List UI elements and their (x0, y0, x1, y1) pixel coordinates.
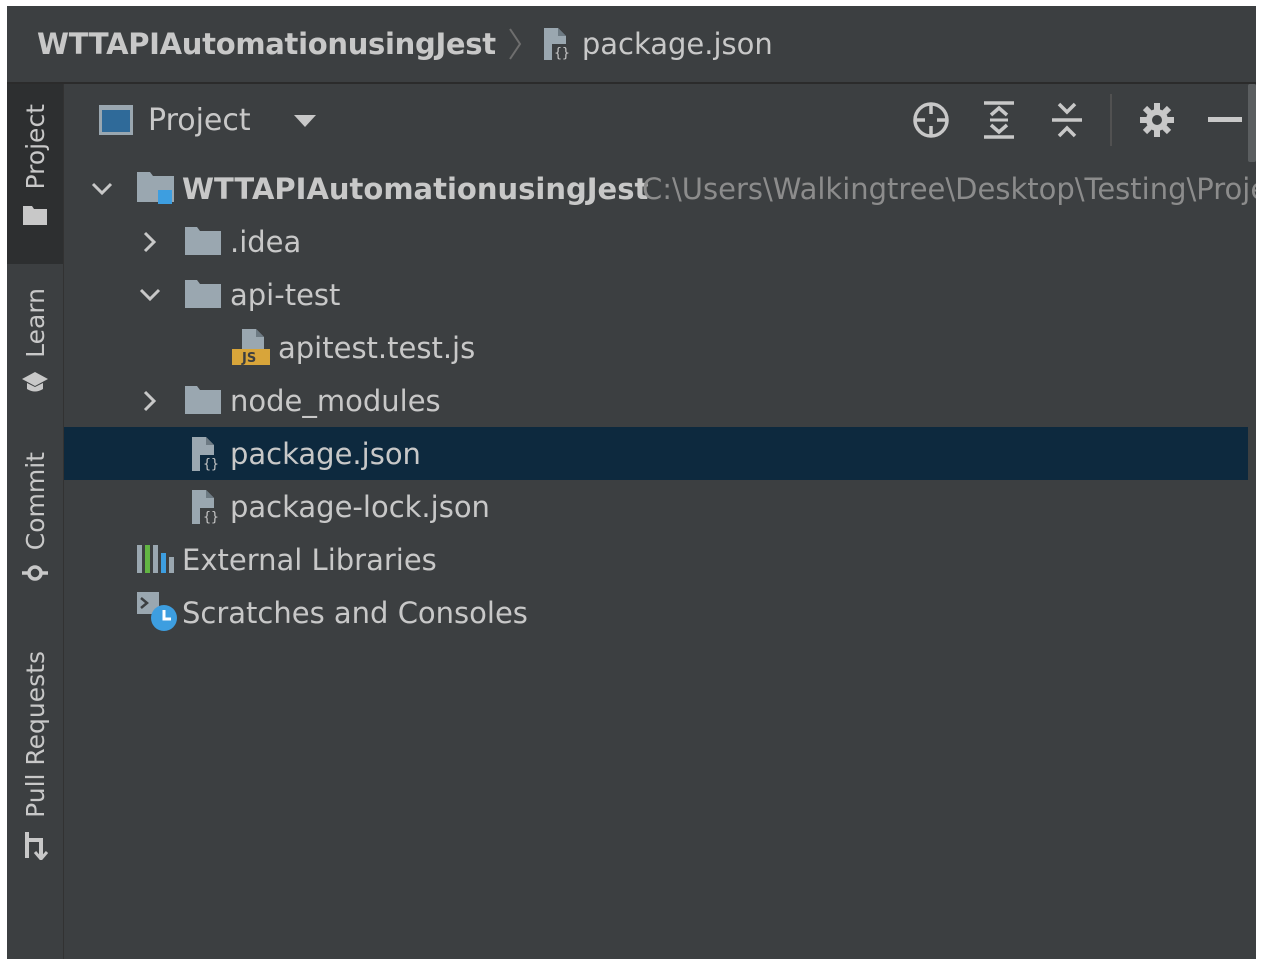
tree-row-scratches[interactable]: Scratches and Consoles (64, 586, 1248, 639)
project-path: C:\Users\Walkingtree\Desktop\Testing\Pro… (642, 171, 1256, 206)
tree-label: api-test (230, 277, 341, 312)
panel-title[interactable]: Project (148, 103, 251, 138)
tree-label: package-lock.json (230, 489, 490, 524)
tab-pull-requests[interactable]: Pull Requests (7, 649, 63, 879)
settings-icon[interactable] (1134, 97, 1180, 143)
project-folder-icon (136, 170, 178, 210)
tree-label: External Libraries (182, 542, 437, 577)
svg-text:{}: {} (203, 510, 219, 525)
graduation-cap-icon (21, 370, 49, 398)
project-tree: WTTAPIAutomationusingJest C:\Users\Walki… (64, 162, 1256, 639)
breadcrumb-project[interactable]: WTTAPIAutomationusingJest (37, 27, 496, 61)
folder-icon (184, 278, 222, 314)
tree-row-apitest[interactable]: JS apitest.test.js (64, 321, 1248, 374)
json-file-icon: {} (186, 488, 224, 530)
breadcrumb-file[interactable]: {} package.json (538, 26, 773, 62)
breadcrumb-file-label: package.json (581, 27, 773, 61)
chevron-right-icon[interactable] (138, 230, 162, 254)
ide-window: WTTAPIAutomationusingJest {} package.jso… (7, 6, 1256, 959)
tree-row-package-lock-json[interactable]: {} package-lock.json (64, 480, 1248, 533)
tab-learn-label: Learn (20, 288, 50, 358)
tree-row-api-test[interactable]: api-test (64, 268, 1248, 321)
tree-row-external-libraries[interactable]: External Libraries (64, 533, 1248, 586)
chevron-down-icon[interactable] (138, 283, 162, 307)
tree-label: .idea (230, 224, 302, 259)
json-file-icon: {} (538, 26, 574, 62)
libraries-icon (136, 543, 176, 579)
js-file-icon: JS (230, 327, 272, 371)
tree-label: apitest.test.js (278, 330, 476, 365)
project-panel: Project WTTAPIAutomationusingJest C:\Use… (64, 84, 1256, 959)
toolbar-divider (1110, 94, 1112, 146)
hide-icon[interactable] (1202, 97, 1248, 143)
panel-header: Project (64, 84, 1256, 156)
tool-window-strip: Project Learn Commit Pull Requests (7, 84, 64, 959)
tree-label: package.json (230, 436, 421, 471)
locate-icon[interactable] (908, 97, 954, 143)
tree-row-project-root[interactable]: WTTAPIAutomationusingJest C:\Users\Walki… (64, 162, 1256, 215)
folder-icon (184, 225, 222, 261)
vertical-scrollbar[interactable] (1248, 84, 1256, 162)
folder-icon (22, 204, 48, 230)
pull-request-icon (21, 830, 49, 864)
tree-label: node_modules (230, 383, 441, 418)
commit-icon (21, 562, 49, 588)
tree-row-idea[interactable]: .idea (64, 215, 1248, 268)
collapse-all-icon[interactable] (1044, 97, 1090, 143)
scratches-icon (136, 590, 180, 638)
navigation-bar: WTTAPIAutomationusingJest {} package.jso… (7, 6, 1256, 84)
svg-text:JS: JS (241, 351, 256, 366)
project-view-icon (98, 104, 134, 136)
tree-row-node-modules[interactable]: node_modules (64, 374, 1248, 427)
view-dropdown-icon[interactable] (293, 113, 317, 127)
breadcrumb-separator-icon (508, 26, 526, 62)
tab-project-label: Project (20, 104, 50, 190)
panel-toolbar (886, 84, 1256, 156)
svg-text:{}: {} (554, 46, 570, 61)
json-file-icon: {} (186, 435, 224, 477)
tab-commit[interactable]: Commit (7, 446, 63, 596)
tab-pull-requests-label: Pull Requests (20, 651, 50, 818)
folder-icon (184, 384, 222, 420)
svg-text:{}: {} (203, 457, 219, 472)
tab-learn[interactable]: Learn (7, 276, 63, 416)
tab-commit-label: Commit (20, 452, 50, 551)
chevron-down-icon[interactable] (90, 177, 114, 201)
tree-row-package-json[interactable]: {} package.json (64, 427, 1248, 480)
chevron-right-icon[interactable] (138, 389, 162, 413)
tree-label: Scratches and Consoles (182, 595, 528, 630)
tree-label: WTTAPIAutomationusingJest (182, 171, 649, 206)
tab-project[interactable]: Project (7, 84, 63, 264)
expand-all-icon[interactable] (976, 97, 1022, 143)
